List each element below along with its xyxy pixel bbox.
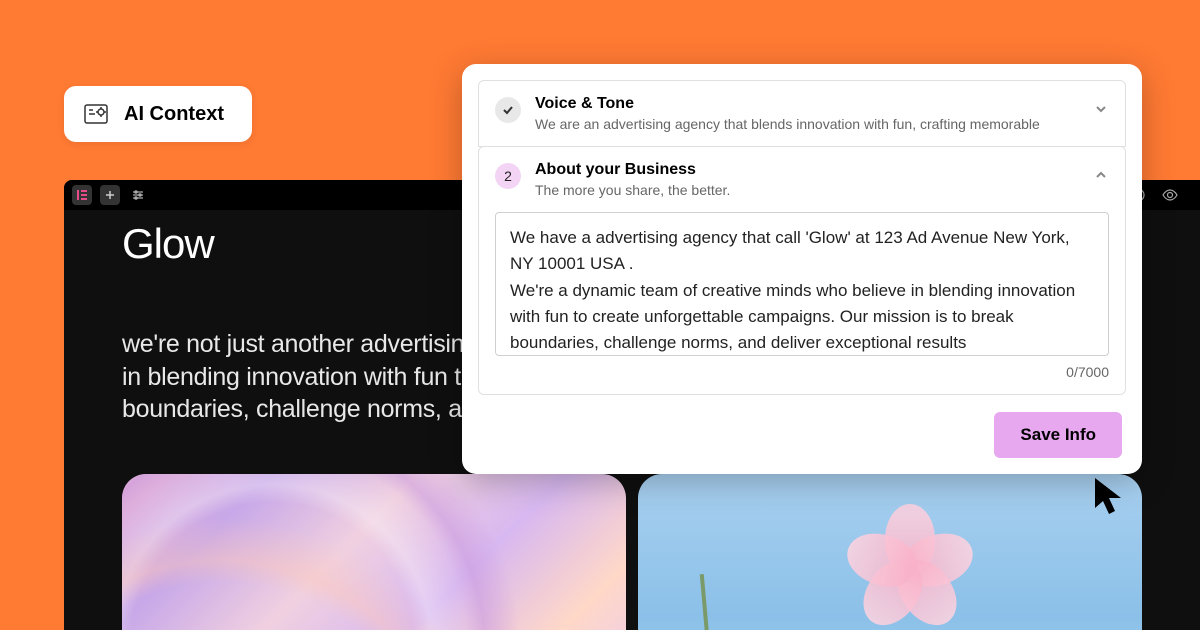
save-info-button[interactable]: Save Info xyxy=(994,412,1122,458)
section-title: Voice & Tone xyxy=(535,95,1079,113)
chevron-down-icon xyxy=(1093,101,1109,122)
ai-context-badge: AI Context xyxy=(64,86,252,142)
cursor-icon xyxy=(1093,476,1129,523)
ai-context-icon xyxy=(82,100,110,128)
section-title: About your Business xyxy=(535,161,1079,179)
add-element-button[interactable] xyxy=(100,185,120,205)
accordion-about-business[interactable]: 2 About your Business The more you share… xyxy=(478,146,1126,395)
character-counter: 0/7000 xyxy=(495,364,1109,380)
hero-image-abstract xyxy=(122,474,626,630)
hero-image-flower xyxy=(638,474,1142,630)
ai-context-label: AI Context xyxy=(124,103,224,126)
chevron-up-icon xyxy=(1093,167,1109,188)
accordion-voice-tone[interactable]: Voice & Tone We are an advertising agenc… xyxy=(478,80,1126,147)
preview-icon[interactable] xyxy=(1160,185,1180,205)
check-icon xyxy=(495,97,521,123)
section-subtitle: We are an advertising agency that blends… xyxy=(535,116,1079,132)
settings-icon[interactable] xyxy=(128,185,148,205)
ai-context-modal: Voice & Tone We are an advertising agenc… xyxy=(462,64,1142,474)
section-subtitle: The more you share, the better. xyxy=(535,182,1079,198)
step-number-icon: 2 xyxy=(495,163,521,189)
elementor-icon[interactable] xyxy=(72,185,92,205)
textarea-value: We have a advertising agency that call '… xyxy=(510,225,1094,356)
site-logo: Glow xyxy=(122,220,214,268)
business-description-input[interactable]: We have a advertising agency that call '… xyxy=(495,212,1109,356)
image-gallery xyxy=(122,474,1142,630)
